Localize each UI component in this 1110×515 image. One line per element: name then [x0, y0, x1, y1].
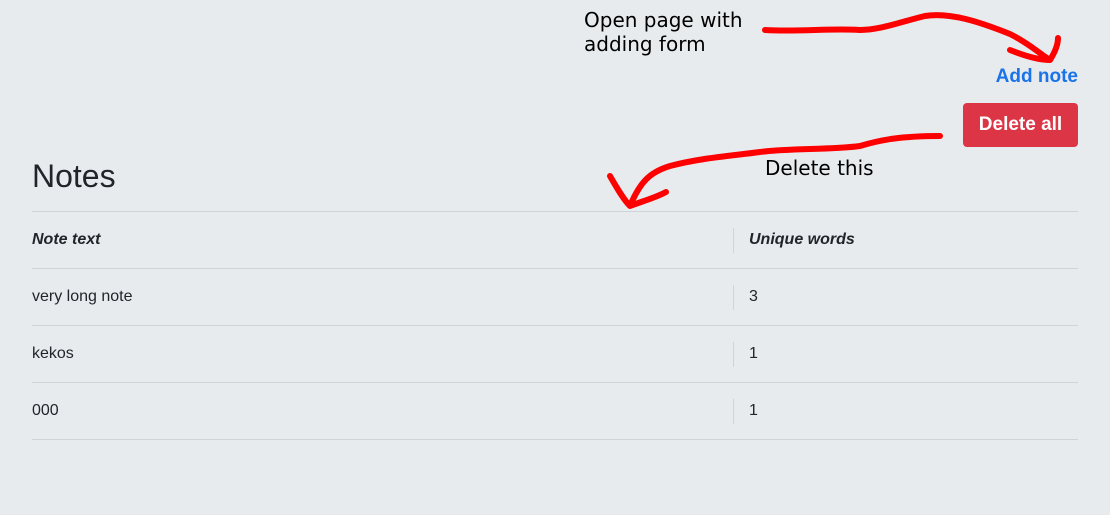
table-header-row: Note text Unique words [32, 211, 1078, 269]
column-header-unique-words: Unique words [733, 211, 1078, 269]
annotation-delete-this: Delete this [765, 156, 874, 180]
unique-words-cell: 1 [733, 325, 1078, 383]
unique-words-cell: 3 [733, 268, 1078, 326]
notes-table: Note text Unique words very long note 3 … [32, 211, 1078, 440]
arrow-to-add-note [762, 12, 1061, 63]
add-note-link[interactable]: Add note [996, 66, 1078, 88]
table-row: kekos 1 [32, 325, 1078, 383]
note-text-cell: very long note [32, 268, 733, 326]
page-title: Notes [32, 158, 116, 194]
page: Open page with adding form Add note Dele… [0, 0, 1110, 515]
table-row: very long note 3 [32, 268, 1078, 326]
annotation-open-page-line-1: Open page with [584, 8, 743, 32]
table-row: 000 1 [32, 382, 1078, 440]
note-text-cell: 000 [32, 382, 733, 440]
annotation-open-page: Open page with adding form [584, 8, 743, 56]
delete-all-button[interactable]: Delete all [963, 103, 1078, 147]
unique-words-cell: 1 [733, 382, 1078, 440]
note-text-cell: kekos [32, 325, 733, 383]
annotation-open-page-line-2: adding form [584, 32, 706, 56]
column-header-note-text: Note text [32, 211, 733, 269]
